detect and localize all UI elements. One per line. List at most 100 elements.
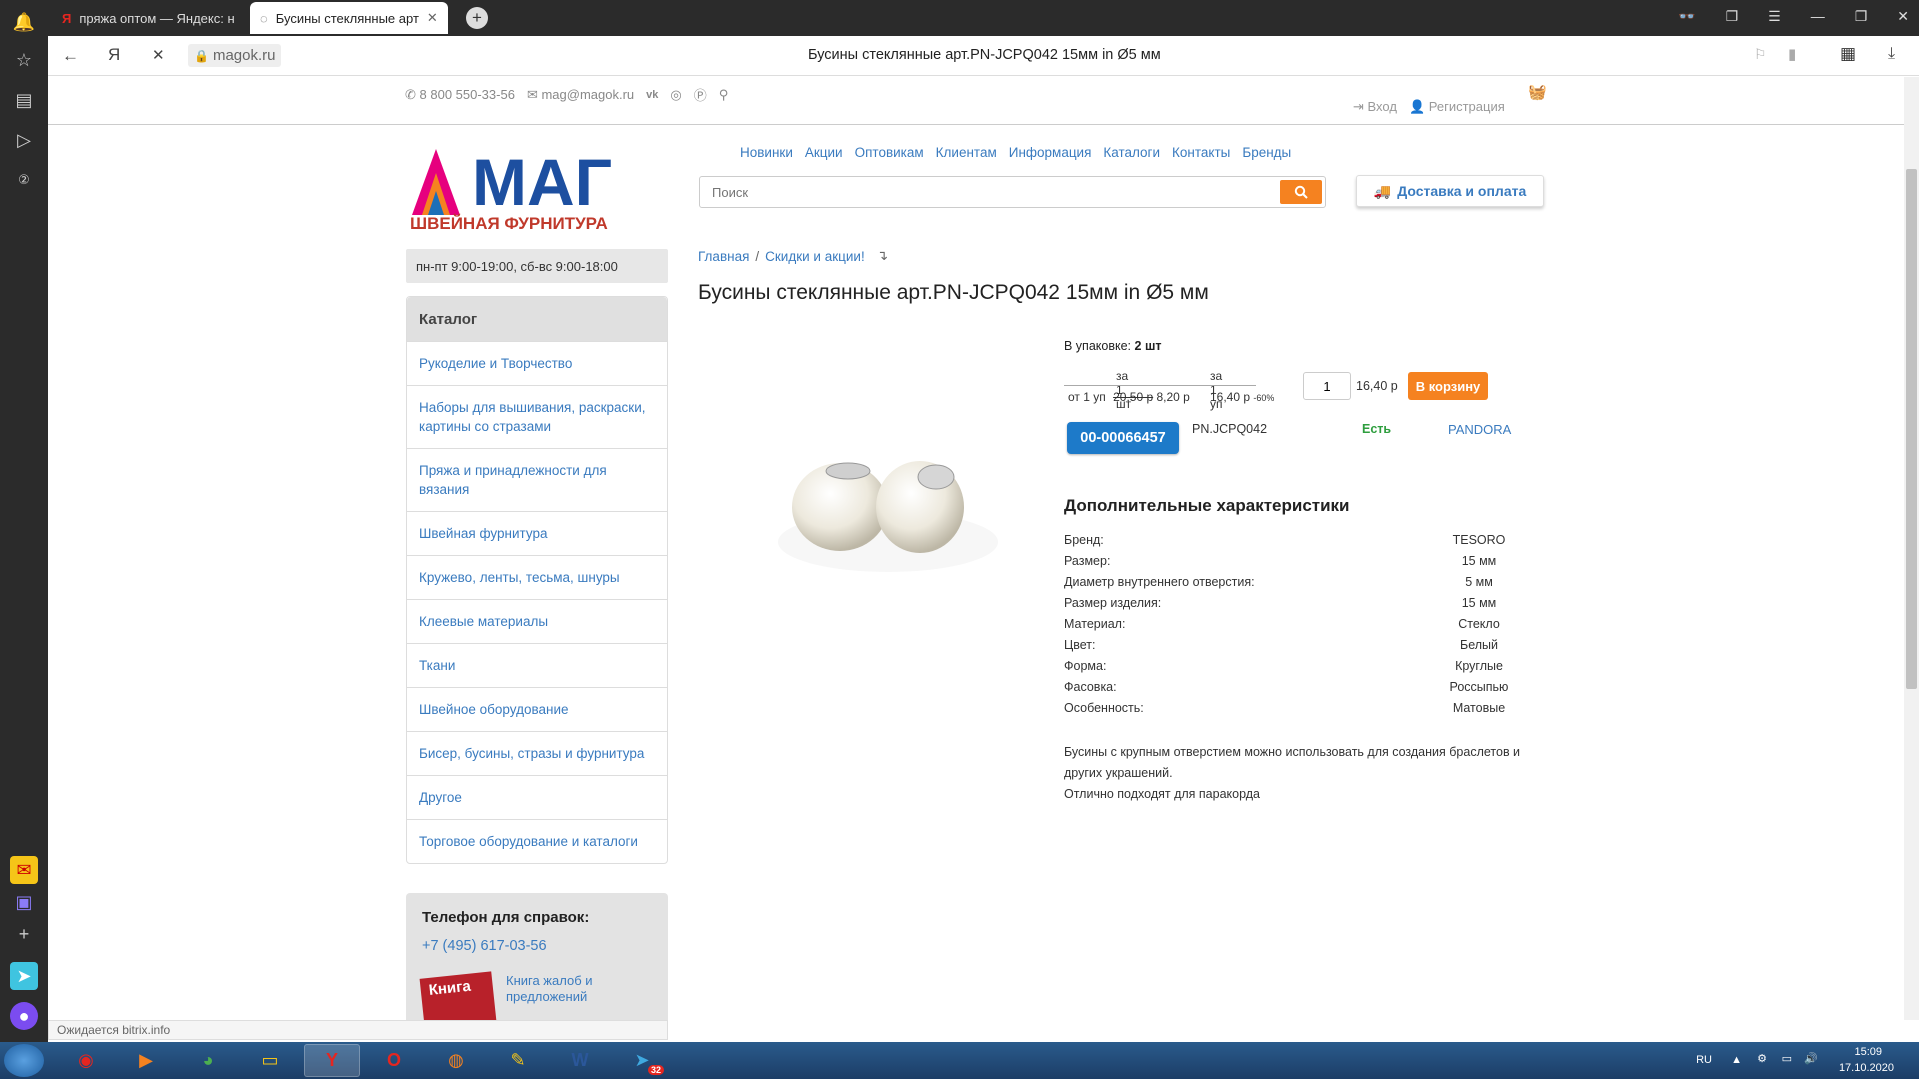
incognito-icon[interactable]: 👓 <box>1678 8 1695 25</box>
complaint-book-image[interactable]: Книга <box>419 971 497 1020</box>
collections-icon[interactable]: ▤ <box>10 86 38 114</box>
taskbar-app-opera[interactable]: O <box>366 1044 422 1077</box>
nav-item[interactable]: Оптовикам <box>855 145 924 160</box>
taskbar-app-chrome[interactable]: ◕ <box>180 1044 236 1077</box>
stop-icon[interactable]: ✕ <box>152 46 165 64</box>
taskbar-app-yandex-browser[interactable]: Y <box>304 1044 360 1077</box>
language-indicator[interactable]: RU <box>1696 1054 1712 1066</box>
char-value: Белый <box>1459 638 1498 652</box>
delivery-button[interactable]: 🚚 Доставка и оплата <box>1356 175 1544 207</box>
catalog-item[interactable]: Клеевые материалы <box>407 599 667 643</box>
catalog-item[interactable]: Торговое оборудование и каталоги <box>407 819 667 863</box>
tab-product[interactable]: ◌ Бусины стеклянные арт ✕ <box>250 2 448 34</box>
help-phone[interactable]: +7 (495) 617-03-56 <box>422 938 652 954</box>
play-icon[interactable]: ▷ <box>10 126 38 154</box>
download-icon[interactable]: ⤓ <box>1888 45 1895 63</box>
nav-item[interactable]: Информация <box>1009 145 1092 160</box>
login-link[interactable]: ⇥ Вход <box>1353 99 1397 115</box>
clock-time[interactable]: 15:09 <box>1854 1046 1882 1058</box>
bookmarks-icon[interactable]: ❐ <box>1726 8 1739 25</box>
volume-icon[interactable]: 🔊 <box>1804 1052 1818 1065</box>
char-row: Цвет: Белый <box>1064 638 1524 659</box>
maximize-icon[interactable]: ❐ <box>1855 8 1868 25</box>
taskbar-app-explorer[interactable]: ▭ <box>242 1044 298 1077</box>
nav-item[interactable]: Контакты <box>1172 145 1230 160</box>
email-top[interactable]: ✉ mag@magok.ru <box>527 87 634 103</box>
breadcrumb-sales[interactable]: Скидки и акции! <box>765 249 865 264</box>
quantity-input[interactable] <box>1303 372 1351 400</box>
taskbar-app-word[interactable]: W <box>552 1044 608 1077</box>
nav-item[interactable]: Новинки <box>740 145 793 160</box>
catalog-item[interactable]: Пряжа и принадлежности для вязания <box>407 448 667 511</box>
characteristics-table: Бренд: TESORO Размер: 15 мм Диаметр внутре… <box>1064 533 1524 722</box>
tray-arrow-icon[interactable]: ▲ <box>1731 1054 1742 1066</box>
clock-date[interactable]: 17.10.2020 <box>1839 1062 1894 1074</box>
close-icon[interactable]: ✕ <box>427 10 438 26</box>
pinterest-icon[interactable]: Ⓟ <box>694 85 707 104</box>
page-scrollbar[interactable] <box>1904 77 1919 1020</box>
add-to-cart-button[interactable]: В корзину <box>1408 372 1488 400</box>
alice-icon[interactable]: ● <box>10 1002 38 1030</box>
bell-icon[interactable]: 🔔 <box>10 8 38 36</box>
network-icon[interactable]: ▭ <box>1782 1052 1792 1065</box>
stock-status: Есть <box>1362 422 1392 436</box>
taskbar-app-paint[interactable]: ✎ <box>490 1044 546 1077</box>
cart-icon[interactable]: 🧺 <box>1528 83 1547 101</box>
mail-icon[interactable]: ✉ <box>10 856 38 884</box>
catalog-item[interactable]: Рукоделие и Творчество <box>407 341 667 385</box>
breadcrumb-arrow-icon[interactable]: ↴ <box>877 248 888 264</box>
brand-link[interactable]: PANDORA <box>1448 422 1511 437</box>
phone-top[interactable]: ✆ 8 800 550-33-56 <box>405 87 515 103</box>
complaint-book-link[interactable]: Книга жалоб и предложений <box>506 973 606 1005</box>
bookmark-icon[interactable]: ▮ <box>1788 45 1796 63</box>
catalog-item[interactable]: Швейное оборудование <box>407 687 667 731</box>
price-row-pack: 16,40 р -60% <box>1210 390 1274 404</box>
start-button[interactable] <box>4 1044 44 1077</box>
new-tab-button[interactable]: + <box>466 7 488 29</box>
catalog-item[interactable]: Наборы для вышивания, раскраски, картины… <box>407 385 667 448</box>
catalog-item[interactable]: Другое <box>407 775 667 819</box>
map-pin-icon[interactable]: ⚲ <box>719 87 729 103</box>
catalog-item[interactable]: Бисер, бусины, стразы и фурнитура <box>407 731 667 775</box>
catalog-item[interactable]: Кружево, ленты, тесьма, шнуры <box>407 555 667 599</box>
register-link[interactable]: 👤 Регистрация <box>1409 99 1505 115</box>
scrollbar-thumb[interactable] <box>1906 169 1917 689</box>
star-icon[interactable]: ☆ <box>10 46 38 74</box>
telegram-badge: 32 <box>647 1065 664 1075</box>
back-icon[interactable]: ← <box>62 46 79 66</box>
instagram-icon[interactable]: ◎ <box>670 87 681 103</box>
nav-item[interactable]: Бренды <box>1242 145 1291 160</box>
vk-icon[interactable]: vk <box>646 89 658 101</box>
taskbar-app-opera-gx[interactable]: ◉ <box>58 1044 114 1077</box>
address-field[interactable]: 🔒 magok.ru <box>188 44 282 67</box>
nav-item[interactable]: Акции <box>805 145 843 160</box>
taskbar-app-media[interactable]: ▶ <box>118 1044 174 1077</box>
add-panel-icon[interactable]: + <box>10 920 38 948</box>
translate-icon[interactable]: ⚐ <box>1754 46 1767 63</box>
product-image[interactable] <box>748 397 1028 657</box>
nav-item[interactable]: Каталоги <box>1103 145 1160 160</box>
taskbar-app-telegram[interactable]: ➤ 32 <box>614 1044 670 1077</box>
tabs-count-icon[interactable]: ② <box>10 166 38 194</box>
minimize-icon[interactable]: — <box>1811 8 1825 25</box>
site-logo[interactable]: МАГ ШВЕЙНАЯ ФУРНИТУРА <box>408 143 668 233</box>
messenger-icon[interactable]: ▣ <box>10 888 38 916</box>
yandex-home-icon[interactable]: Я <box>108 45 120 65</box>
search-input[interactable] <box>700 177 1280 207</box>
breadcrumb-home[interactable]: Главная <box>698 249 749 264</box>
catalog-item[interactable]: Ткани <box>407 643 667 687</box>
nav-item[interactable]: Клиентам <box>936 145 997 160</box>
char-row: Особенность: Матовые <box>1064 701 1524 722</box>
breadcrumb: Главная / Скидки и акции! ↴ <box>698 248 888 264</box>
mail-icon: ✉ <box>526 86 542 102</box>
tray-apps-icon[interactable]: ⚙ <box>1757 1052 1767 1065</box>
reader-icon[interactable]: ▦ <box>1840 44 1856 64</box>
taskbar-app-firefox[interactable]: ◍ <box>428 1044 484 1077</box>
tab-yandex-search[interactable]: Я пряжа оптом — Яндекс: н <box>52 2 248 34</box>
price-discount: -60% <box>1253 393 1275 403</box>
close-window-icon[interactable]: ✕ <box>1897 8 1909 25</box>
catalog-item[interactable]: Швейная фурнитура <box>407 511 667 555</box>
search-button[interactable] <box>1280 180 1322 204</box>
send-icon[interactable]: ➤ <box>10 962 38 990</box>
menu-icon[interactable]: ☰ <box>1768 8 1781 25</box>
